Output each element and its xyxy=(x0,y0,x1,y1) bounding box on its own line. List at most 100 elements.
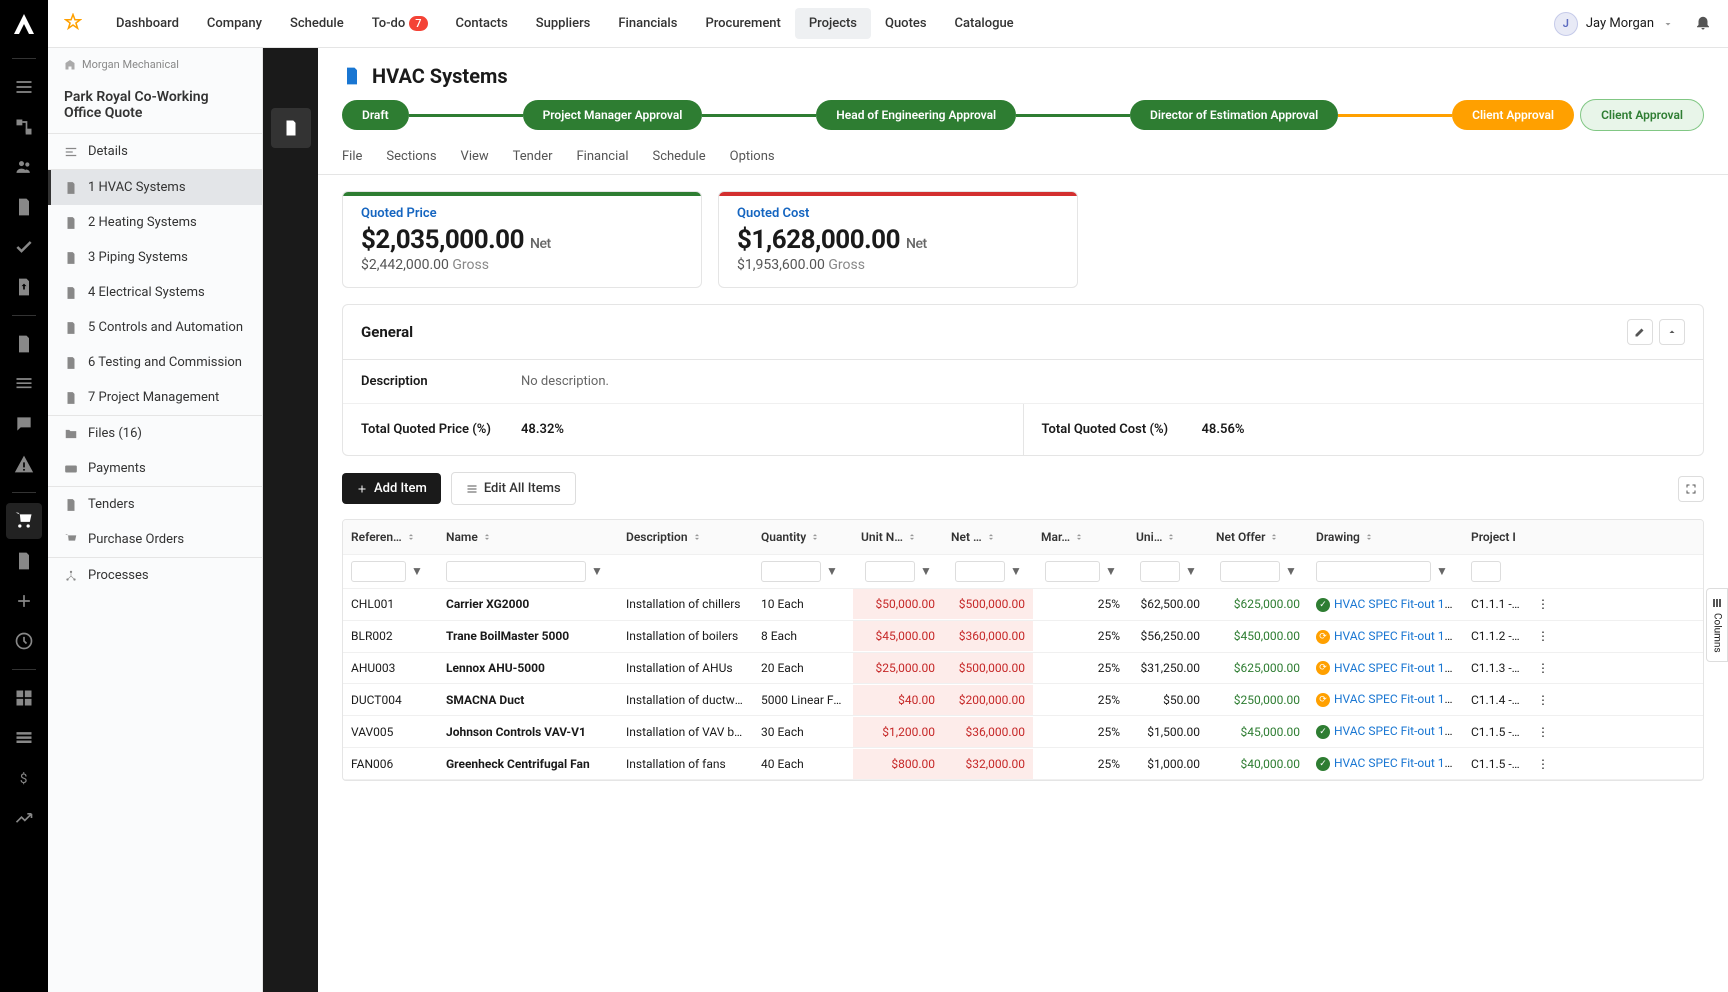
notifications-icon[interactable] xyxy=(1694,13,1712,35)
step-eng[interactable]: Head of Engineering Approval xyxy=(816,100,1016,130)
step-client[interactable]: Client Approval xyxy=(1452,100,1574,130)
filter-icon[interactable]: ▼ xyxy=(588,562,606,580)
table-row[interactable]: VAV005 Johnson Controls VAV-V1 Installat… xyxy=(343,716,1703,748)
table-row[interactable]: DUCT004 SMACNA Duct Installation of duct… xyxy=(343,684,1703,716)
nav-dashboard[interactable]: Dashboard xyxy=(102,8,193,39)
table-row[interactable]: CHL001 Carrier XG2000 Installation of ch… xyxy=(343,589,1703,621)
filter-proj[interactable] xyxy=(1471,561,1501,582)
filter-icon[interactable]: ▼ xyxy=(1433,562,1451,580)
tab-view[interactable]: View xyxy=(461,139,489,174)
sidebar-section-2[interactable]: 2 Heating Systems xyxy=(48,205,262,240)
tab-options[interactable]: Options xyxy=(730,139,775,174)
col-margin[interactable]: Mar… xyxy=(1033,520,1128,554)
step-client-2[interactable]: Client Approval xyxy=(1580,99,1704,131)
rail-doc-icon[interactable] xyxy=(6,189,42,225)
row-menu-icon[interactable]: ⋮ xyxy=(1528,653,1558,683)
sidebar-payments[interactable]: Payments xyxy=(48,451,262,486)
favorite-icon[interactable] xyxy=(64,13,82,35)
rail-tab-doc[interactable] xyxy=(271,108,311,148)
sidebar-details[interactable]: Details xyxy=(48,134,262,169)
col-quantity[interactable]: Quantity xyxy=(753,520,853,554)
filter-off[interactable] xyxy=(1220,561,1280,582)
cell-drawing[interactable]: ⟳HVAC SPEC Fit-out 10… xyxy=(1308,653,1463,684)
rail-people-icon[interactable] xyxy=(6,149,42,185)
filter-icon[interactable]: ▼ xyxy=(1102,562,1120,580)
collapse-icon[interactable] xyxy=(1659,319,1685,345)
rail-cart-icon[interactable] xyxy=(6,503,42,539)
nav-financials[interactable]: Financials xyxy=(604,8,691,39)
rail-check-icon[interactable] xyxy=(6,229,42,265)
nav-quotes[interactable]: Quotes xyxy=(871,8,941,39)
rail-list-icon[interactable] xyxy=(6,69,42,105)
breadcrumb[interactable]: Morgan Mechanical xyxy=(48,48,262,81)
filter-icon[interactable]: ▼ xyxy=(917,562,935,580)
tab-sections[interactable]: Sections xyxy=(386,139,436,174)
nav-suppliers[interactable]: Suppliers xyxy=(522,8,605,39)
col-drawing[interactable]: Drawing xyxy=(1308,520,1463,554)
cell-drawing[interactable]: ⟳HVAC SPEC Fit-out 10… xyxy=(1308,621,1463,652)
rail-upload-icon[interactable] xyxy=(6,269,42,305)
add-item-button[interactable]: Add Item xyxy=(342,473,441,504)
sidebar-tenders[interactable]: Tenders xyxy=(48,487,262,522)
filter-reference[interactable] xyxy=(351,561,406,582)
filter-unet[interactable] xyxy=(865,561,915,582)
edit-icon[interactable] xyxy=(1627,319,1653,345)
col-net[interactable]: Net … xyxy=(943,520,1033,554)
col-net-offer[interactable]: Net Offer xyxy=(1208,520,1308,554)
nav-catalogue[interactable]: Catalogue xyxy=(941,8,1028,39)
row-menu-icon[interactable]: ⋮ xyxy=(1528,685,1558,715)
row-menu-icon[interactable]: ⋮ xyxy=(1528,749,1558,779)
tab-financial[interactable]: Financial xyxy=(577,139,629,174)
rail-page-icon[interactable] xyxy=(6,326,42,362)
rail-clock-icon[interactable] xyxy=(6,623,42,659)
nav-contacts[interactable]: Contacts xyxy=(442,8,522,39)
row-menu-icon[interactable]: ⋮ xyxy=(1528,589,1558,619)
rail-table-icon[interactable] xyxy=(6,720,42,756)
filter-mar[interactable] xyxy=(1045,561,1100,582)
sidebar-files[interactable]: Files (16) xyxy=(48,416,262,451)
cell-drawing[interactable]: ⟳HVAC SPEC Fit-out 10… xyxy=(1308,684,1463,715)
rail-warn-icon[interactable] xyxy=(6,446,42,482)
tab-schedule[interactable]: Schedule xyxy=(652,139,705,174)
sidebar-section-7[interactable]: 7 Project Management xyxy=(48,380,262,415)
step-est[interactable]: Director of Estimation Approval xyxy=(1130,100,1338,130)
rail-flow-icon[interactable] xyxy=(6,109,42,145)
filter-icon[interactable]: ▼ xyxy=(1282,562,1300,580)
cell-drawing[interactable]: ✓HVAC SPEC Fit-out 10… xyxy=(1308,589,1463,620)
col-name[interactable]: Name xyxy=(438,520,618,554)
filter-uoff[interactable] xyxy=(1140,561,1180,582)
rail-plus-icon[interactable] xyxy=(6,583,42,619)
sidebar-section-6[interactable]: 6 Testing and Commission xyxy=(48,345,262,380)
sidebar-section-3[interactable]: 3 Piping Systems xyxy=(48,240,262,275)
filter-qty[interactable] xyxy=(761,561,821,582)
sidebar-processes[interactable]: Processes xyxy=(48,558,262,593)
fullscreen-icon[interactable] xyxy=(1678,476,1704,502)
table-row[interactable]: AHU003 Lennox AHU-5000 Installation of A… xyxy=(343,653,1703,685)
rail-dollar-icon[interactable]: $ xyxy=(6,760,42,796)
sidebar-section-5[interactable]: 5 Controls and Automation xyxy=(48,310,262,345)
cell-drawing[interactable]: ✓HVAC SPEC Fit-out 10… xyxy=(1308,716,1463,747)
filter-icon[interactable]: ▼ xyxy=(823,562,841,580)
filter-name[interactable] xyxy=(446,561,586,582)
user-menu[interactable]: J Jay Morgan xyxy=(1546,8,1682,40)
col-unit-net[interactable]: Unit N… xyxy=(853,520,943,554)
rail-trend-icon[interactable] xyxy=(6,800,42,836)
sidebar-section-1[interactable]: 1 HVAC Systems xyxy=(48,170,262,205)
rail-file-icon[interactable] xyxy=(6,543,42,579)
row-menu-icon[interactable]: ⋮ xyxy=(1528,621,1558,651)
col-description[interactable]: Description xyxy=(618,520,753,554)
tab-tender[interactable]: Tender xyxy=(513,139,553,174)
sidebar-section-4[interactable]: 4 Electrical Systems xyxy=(48,275,262,310)
filter-icon[interactable]: ▼ xyxy=(408,562,426,580)
nav-todo[interactable]: To-do7 xyxy=(358,8,442,39)
nav-procurement[interactable]: Procurement xyxy=(691,8,794,39)
col-reference[interactable]: Referen… xyxy=(343,520,438,554)
tab-file[interactable]: File xyxy=(342,139,362,174)
rail-grid-icon[interactable] xyxy=(6,680,42,716)
rail-lines-icon[interactable] xyxy=(6,366,42,402)
edit-all-button[interactable]: Edit All Items xyxy=(451,472,576,505)
filter-icon[interactable]: ▼ xyxy=(1007,562,1025,580)
columns-toggle[interactable]: Columns xyxy=(1706,588,1728,662)
col-project[interactable]: Project I xyxy=(1463,520,1528,554)
sidebar-purchase-orders[interactable]: Purchase Orders xyxy=(48,522,262,557)
